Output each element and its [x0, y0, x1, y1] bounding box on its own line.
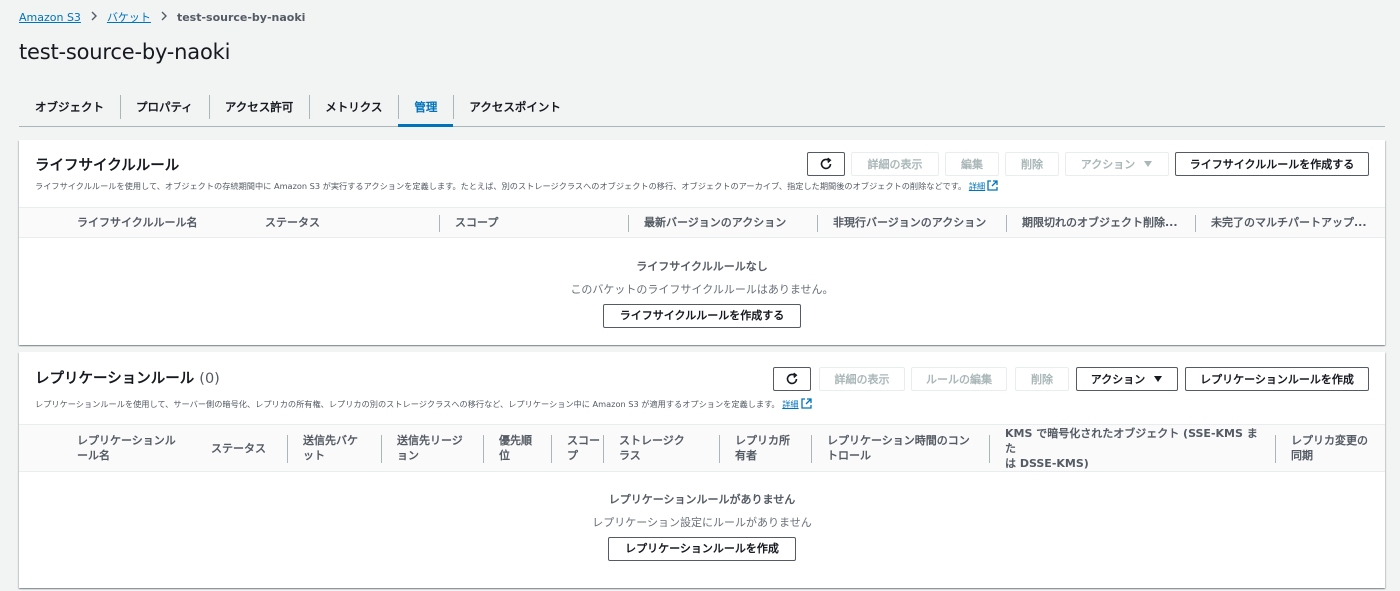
- column-header[interactable]: ステータス: [265, 208, 320, 237]
- empty-description: このバケットのライフサイクルルールはありません。: [570, 283, 834, 296]
- chevron-right-icon: [160, 10, 168, 24]
- breadcrumb-current: test-source-by-naoki: [176, 10, 306, 24]
- column-header[interactable]: レプリカ変更の 同期: [1291, 425, 1385, 471]
- tab-properties[interactable]: プロパティ: [120, 88, 209, 126]
- external-link-icon: [987, 180, 998, 191]
- column-header[interactable]: スコープ: [455, 208, 498, 237]
- column-header[interactable]: 送信先バケ ット: [303, 425, 383, 471]
- tab-permissions[interactable]: アクセス許可: [208, 88, 309, 126]
- refresh-icon: [820, 157, 832, 170]
- column-divider: [1275, 435, 1276, 463]
- tab-management[interactable]: 管理: [398, 88, 454, 127]
- empty-title: ライフサイクルルールなし: [636, 260, 768, 273]
- page-title: test-source-by-naoki: [19, 40, 231, 64]
- column-header[interactable]: レプリカ所 有者: [735, 425, 805, 471]
- column-divider: [603, 435, 604, 463]
- replication-description: レプリケーションルールを使用して、サーバー側の暗号化、レプリカの所有権、レプリカ…: [35, 398, 812, 410]
- view-details-button[interactable]: 詳細の表示: [851, 152, 939, 176]
- breadcrumb-link-buckets[interactable]: バケット: [107, 9, 151, 25]
- column-divider: [719, 435, 720, 463]
- replication-rules-title: レプリケーションルール (0): [35, 371, 220, 387]
- tab-metrics[interactable]: メトリクス: [309, 88, 398, 126]
- refresh-button[interactable]: [773, 367, 811, 391]
- tab-bar: オブジェクト プロパティ アクセス許可 メトリクス 管理 アクセスポイント: [19, 88, 1385, 127]
- actions-label: アクション: [1090, 373, 1146, 386]
- chevron-right-icon: [90, 10, 98, 24]
- external-link-icon: [800, 398, 812, 409]
- actions-dropdown[interactable]: アクション: [1076, 367, 1178, 391]
- replication-empty-state: レプリケーションルールがありません レプリケーション設定にルールがありません レ…: [19, 491, 1385, 561]
- breadcrumb-link-s3[interactable]: Amazon S3: [19, 11, 81, 24]
- refresh-button[interactable]: [807, 152, 845, 176]
- delete-button[interactable]: 削除: [1005, 152, 1059, 176]
- lifecycle-empty-state: ライフサイクルルールなし このバケットのライフサイクルルールはありません。 ライ…: [19, 258, 1385, 328]
- column-header[interactable]: 非現行バージョンのアクション: [833, 208, 986, 237]
- column-divider: [989, 435, 990, 463]
- replication-rules-panel: レプリケーションルール (0) 詳細の表示 ルールの編集 削除 アクション レプ…: [19, 352, 1385, 588]
- column-header[interactable]: 未完了のマルチパートアップ...: [1211, 208, 1367, 237]
- actions-dropdown[interactable]: アクション: [1065, 152, 1169, 176]
- replication-table-header: レプリケーションル ール名 ステータス 送信先バケ ット 送信先リージ ョン 優…: [19, 424, 1385, 472]
- edit-button[interactable]: 編集: [945, 152, 999, 176]
- column-divider: [287, 435, 288, 463]
- edit-rule-button[interactable]: ルールの編集: [911, 367, 1007, 391]
- column-divider: [1006, 215, 1007, 232]
- tab-objects[interactable]: オブジェクト: [19, 88, 120, 126]
- replication-rule-count: (0): [199, 371, 220, 387]
- delete-button[interactable]: 削除: [1015, 367, 1069, 391]
- column-header[interactable]: レプリケーションル ール名: [77, 425, 197, 471]
- column-header[interactable]: 送信先リージ ョン: [397, 425, 481, 471]
- column-divider: [439, 215, 440, 232]
- lifecycle-rules-title: ライフサイクルルール: [35, 158, 180, 174]
- empty-title: レプリケーションルールがありません: [608, 493, 796, 506]
- column-header[interactable]: 期限切れのオブジェクト削除...: [1022, 208, 1178, 237]
- column-divider: [1195, 215, 1196, 232]
- actions-label: アクション: [1080, 158, 1136, 171]
- column-header[interactable]: ライフサイクルルール名: [77, 208, 197, 237]
- lifecycle-description: ライフサイクルルールを使用して、オブジェクトの存続期間中に Amazon S3 …: [35, 180, 998, 192]
- column-divider: [483, 435, 484, 463]
- empty-description: レプリケーション設定にルールがありません: [592, 516, 812, 529]
- lifecycle-rules-panel: ライフサイクルルール 詳細の表示 編集 削除 アクション ライフサイクルルールを…: [19, 140, 1385, 345]
- column-header[interactable]: ステータス: [211, 425, 266, 471]
- column-header[interactable]: レプリケーション時間のコン トロール: [827, 425, 997, 471]
- column-header[interactable]: KMS で暗号化されたオブジェクト (SSE-KMS また は DSSE-KMS…: [1005, 425, 1265, 471]
- caret-down-icon: [1154, 376, 1163, 382]
- caret-down-icon: [1144, 161, 1153, 167]
- create-lifecycle-rule-empty-button[interactable]: ライフサイクルルールを作成する: [602, 304, 802, 328]
- create-lifecycle-rule-button[interactable]: ライフサイクルルールを作成する: [1175, 152, 1369, 176]
- column-divider: [817, 215, 818, 232]
- breadcrumb: Amazon S3 バケット test-source-by-naoki: [19, 9, 305, 25]
- lifecycle-table-header: ライフサイクルルール名 ステータス スコープ 最新バージョンのアクション 非現行…: [19, 207, 1385, 238]
- column-divider: [811, 435, 812, 463]
- info-link[interactable]: 詳細: [782, 399, 798, 409]
- column-header[interactable]: スコー プ: [567, 425, 611, 471]
- column-divider: [381, 435, 382, 463]
- column-header[interactable]: ストレージク ラス: [619, 425, 709, 471]
- refresh-icon: [786, 372, 798, 385]
- column-divider: [628, 215, 629, 232]
- create-replication-rule-empty-button[interactable]: レプリケーションルールを作成: [608, 537, 796, 561]
- tab-access-points[interactable]: アクセスポイント: [453, 88, 576, 126]
- info-link[interactable]: 詳細: [969, 181, 985, 191]
- create-replication-rule-button[interactable]: レプリケーションルールを作成: [1185, 367, 1369, 391]
- view-details-button[interactable]: 詳細の表示: [819, 367, 905, 391]
- column-header[interactable]: 最新バージョンのアクション: [644, 208, 786, 237]
- column-header[interactable]: 優先順 位: [499, 425, 549, 471]
- column-divider: [551, 435, 552, 463]
